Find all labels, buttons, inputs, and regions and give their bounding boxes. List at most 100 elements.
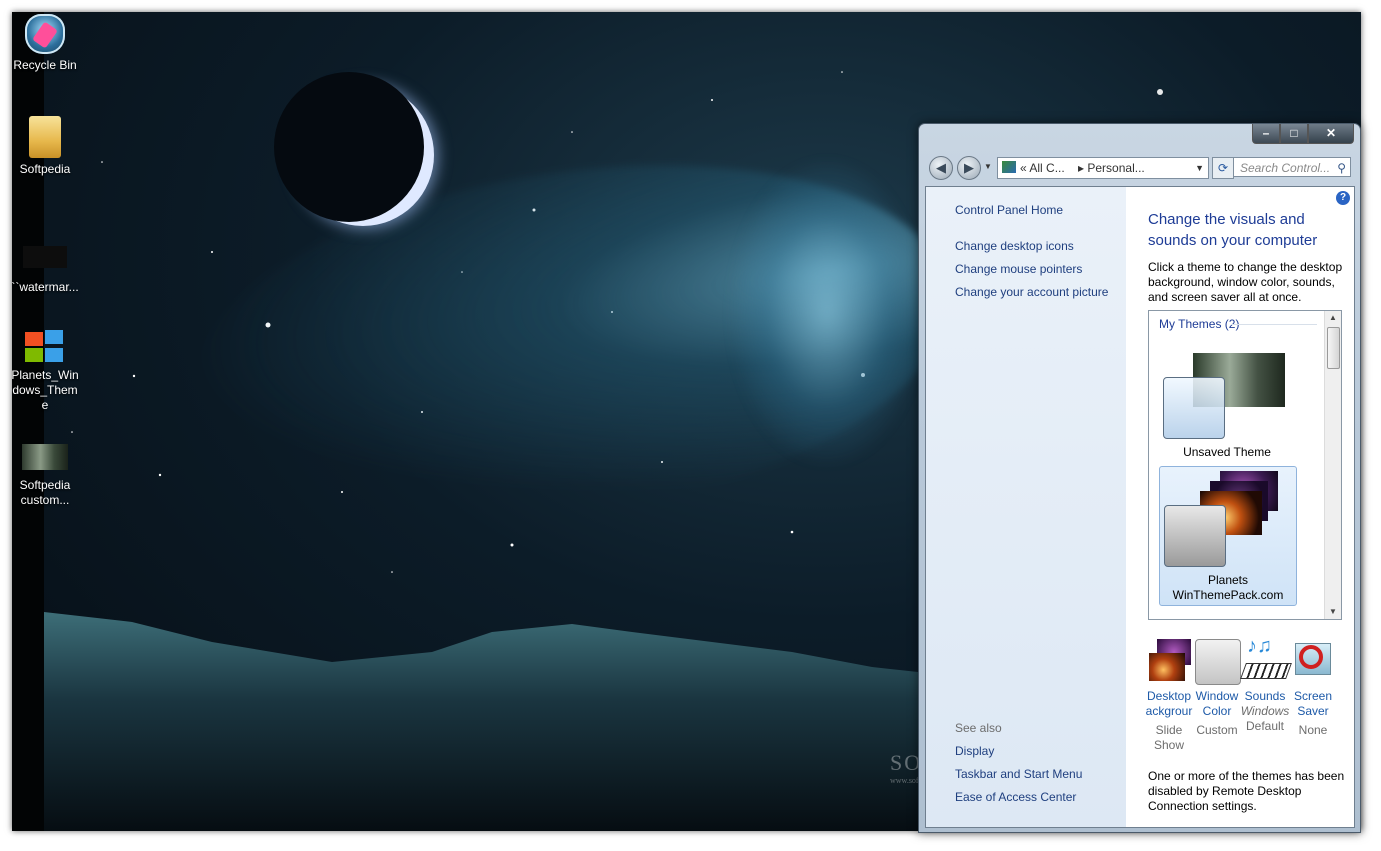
address-bar[interactable]: « All C... ▸ Personal... ▼ [997,157,1209,179]
color-swatch [1195,639,1241,685]
desktop-background-icon [1147,639,1191,683]
back-button[interactable]: ◀ [929,156,953,180]
theme-window-preview [1164,505,1226,567]
breadcrumb-all-control-panel[interactable]: All C... [1029,161,1064,175]
my-themes-group-label: My Themes (2) [1159,317,1240,331]
control-panel-home-link[interactable]: Control Panel Home [955,203,1063,217]
help-icon[interactable]: ? [1336,191,1350,205]
folder-icon [29,116,61,158]
theme-source: WinThemePack.com [1172,588,1284,602]
sounds-icon: ♪♫ [1240,635,1292,683]
theme-list-scrollbar[interactable]: ▲ ▼ [1324,311,1341,619]
desktop-icon-watermark[interactable]: ``watermar... [12,236,80,295]
page-description: Click a theme to change the desktop back… [1148,260,1343,304]
desktop-background-tile[interactable]: Desktop ackgrour Slide Show [1144,639,1194,753]
address-dropdown-icon[interactable]: ▼ [1195,158,1204,178]
breadcrumb-personalization[interactable]: Personal... [1087,161,1144,175]
keyboard-shape [1240,663,1292,679]
change-account-picture-link[interactable]: Change your account picture [955,285,1108,299]
group-divider [1231,324,1317,325]
recent-pages-dropdown-icon[interactable]: ▼ [984,162,992,171]
theme-window-preview [1163,377,1225,439]
logo-pane [45,330,63,344]
refresh-icon: ⟳ [1217,161,1229,175]
task-pane: Control Panel Home Change desktop icons … [926,187,1126,827]
tile-value: Custom [1196,723,1238,737]
page-title: Change the visuals and sounds on your co… [1148,211,1318,249]
tile-label: Screen [1293,689,1333,703]
magnifier-icon[interactable]: ⚲ [1337,158,1346,178]
address-prefix: « All C... [1020,158,1065,178]
desktop-icon-label: Softpedia [19,162,71,176]
theme-planets[interactable]: Planets WinThemePack.com [1159,466,1297,606]
desktop-icon-label: Recycle Bin [13,58,77,72]
theme-name: Unsaved Theme [1183,445,1271,459]
tile-label: Window [1195,689,1239,703]
tile-value: Windows [1240,704,1290,718]
desktop-icon-softpedia[interactable]: Softpedia [12,116,80,177]
window-color-tile[interactable]: Window Color Custom [1192,639,1242,738]
desktop-icon-label: Planets_Windows_Theme [12,368,79,412]
close-button[interactable]: ✕ [1308,124,1354,144]
personalization-window: – □ ✕ ◀ ▶ ▼ « All C... ▸ Personal... ▼ ⟳… [918,123,1361,833]
music-note-icon: ♪♫ [1247,635,1272,657]
theme-name: Planets [1207,573,1249,587]
tile-label: Desktop [1146,689,1192,703]
desktop-icon-planets-theme[interactable]: Planets_Windows_Theme [12,330,80,413]
content-area: Control Panel Home Change desktop icons … [925,186,1355,828]
ease-of-access-link[interactable]: Ease of Access Center [955,790,1076,804]
logo-pane [25,348,43,362]
planet-crescent [274,72,424,222]
scroll-thumb[interactable] [1327,327,1340,369]
display-link[interactable]: Display [955,744,994,758]
tile-value: Default [1245,719,1285,733]
watermark-file-icon [23,246,67,268]
control-panel-icon [1002,161,1016,173]
desktop-icon-label: ``watermar... [12,280,79,294]
scroll-up-icon[interactable]: ▲ [1325,311,1341,325]
refresh-button[interactable]: ⟳ [1212,157,1234,179]
forward-button[interactable]: ▶ [957,156,981,180]
aurora-streak [732,162,922,462]
tile-label: Sounds [1244,689,1286,703]
theme-settings-tiles: Desktop ackgrour Slide Show Window Color… [1144,635,1354,759]
see-also-heading: See also [955,721,1002,735]
scroll-down-icon[interactable]: ▼ [1325,605,1341,619]
theme-list[interactable]: My Themes (2) Unsaved Theme Planets WinT… [1148,310,1342,620]
tile-value: None [1298,723,1328,737]
remote-desktop-note: One or more of the themes has been disab… [1148,769,1345,813]
logo-pane [25,332,43,346]
breadcrumb-separator[interactable]: ▸ [1078,161,1084,175]
desktop-icon-softpedia-custom[interactable]: Softpedia custom... [12,436,80,508]
minimize-button[interactable]: – [1252,124,1280,144]
no-sign-icon [1299,645,1323,669]
tile-label: Color [1202,704,1232,718]
image-thumbnail-icon [22,444,68,470]
tile-label: Saver [1297,704,1329,718]
search-placeholder: Search Control... [1240,161,1331,175]
tile-label: ackgrour [1145,704,1193,718]
logo-pane [45,348,63,362]
search-input[interactable]: Search Control... ⚲ [1233,157,1351,177]
caption-buttons: – □ ✕ [1252,124,1354,144]
theme-unsaved[interactable]: Unsaved Theme [1159,349,1295,461]
overflow-chevron[interactable]: « [1020,161,1027,175]
tile-value: Slide [1155,723,1183,737]
preview-layer [1149,653,1185,681]
navigation-bar: ◀ ▶ ▼ « All C... ▸ Personal... ▼ ⟳ Searc… [927,154,1357,182]
desktop-icon-label: Softpedia custom... [19,478,71,507]
recycle-bin-icon [25,14,65,54]
address-segment: ▸ Personal... [1078,158,1145,178]
tile-value: Show [1153,738,1185,752]
change-mouse-pointers-link[interactable]: Change mouse pointers [955,262,1082,276]
window-color-icon [1195,639,1241,685]
sounds-tile[interactable]: ♪♫ Sounds Windows Default [1240,635,1292,734]
main-pane: ? Change the visuals and sounds on your … [1126,187,1354,827]
screen-saver-tile[interactable]: Screen Saver None [1288,639,1338,738]
screen-saver-icon [1291,639,1335,683]
windows-logo-icon [23,330,67,364]
maximize-button[interactable]: □ [1280,124,1308,144]
desktop-icon-recycle-bin[interactable]: Recycle Bin [12,14,80,73]
taskbar-start-menu-link[interactable]: Taskbar and Start Menu [955,767,1082,781]
change-desktop-icons-link[interactable]: Change desktop icons [955,239,1074,253]
